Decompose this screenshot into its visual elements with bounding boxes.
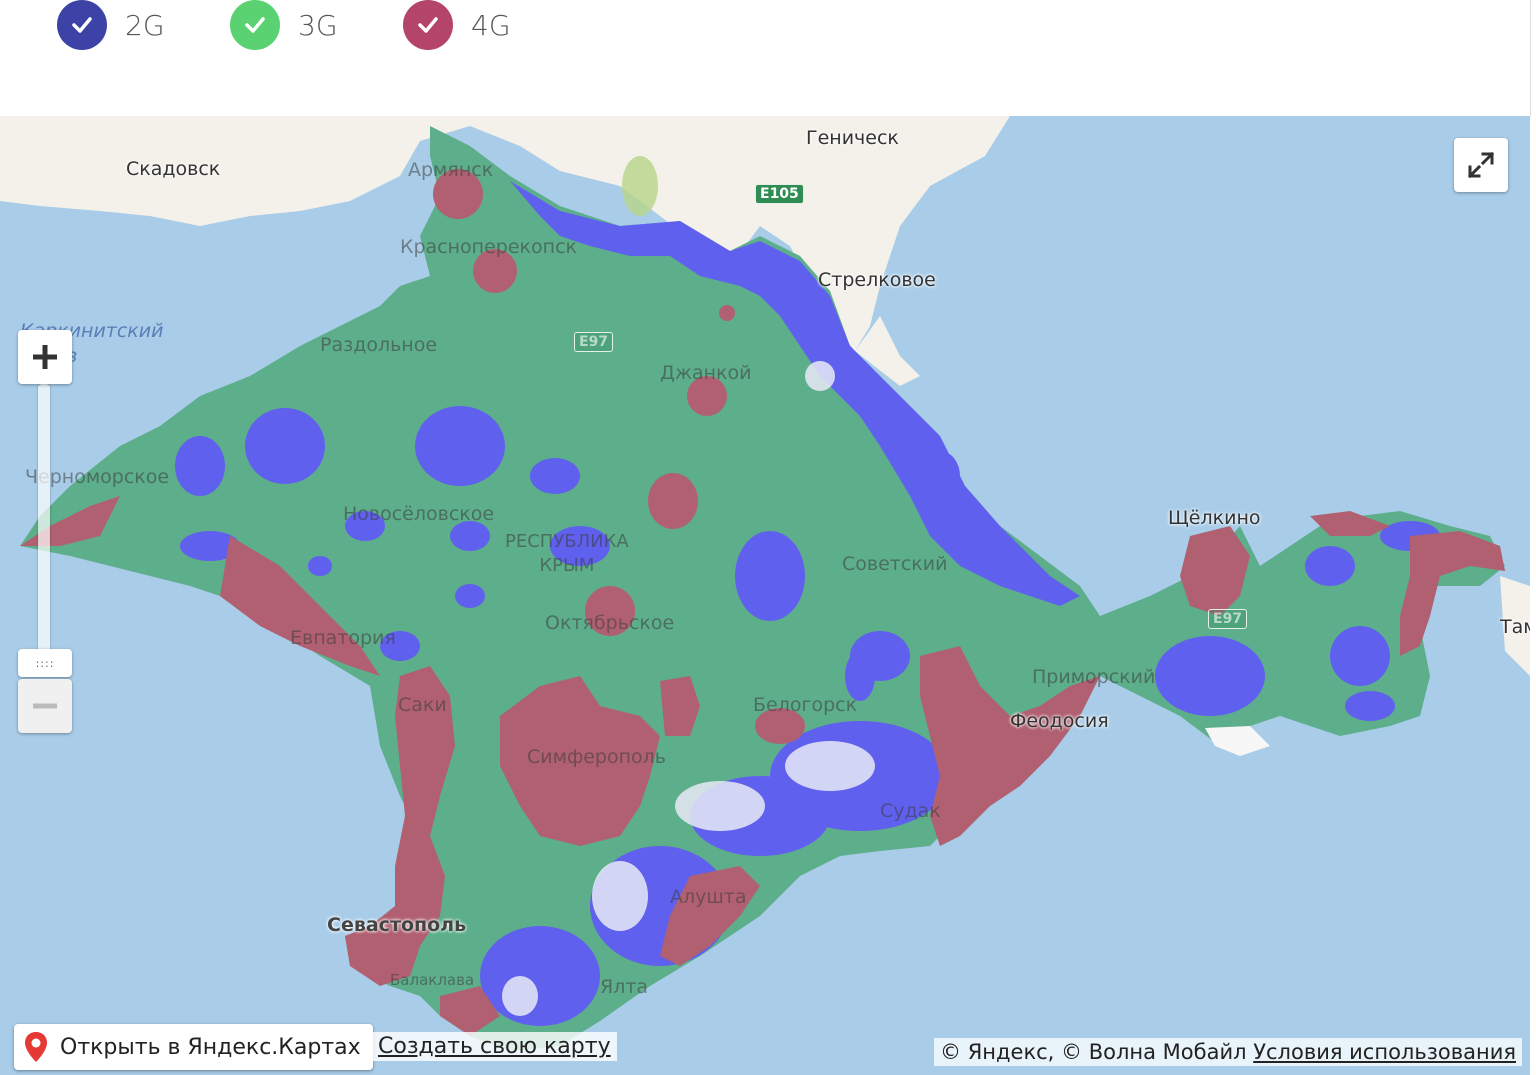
- map-label-primorsky: Приморский: [1032, 666, 1156, 688]
- open-in-yandex-maps-label: Открыть в Яндекс.Картах: [60, 1034, 361, 1060]
- map-label-armyansk: Армянск: [408, 159, 494, 181]
- map-label-simferopol: Симферополь: [527, 746, 666, 768]
- legend-item-2g[interactable]: 2G: [57, 0, 165, 50]
- map-label-sevastopol: Севастополь: [327, 914, 467, 936]
- legend-checkbox-4g[interactable]: [403, 0, 453, 50]
- map-label-belogorsk: Белогорск: [753, 694, 858, 716]
- legend-item-3g[interactable]: 3G: [230, 0, 338, 50]
- map-label-oktyabrskoe: Октябрьское: [545, 612, 675, 634]
- open-in-yandex-maps-button[interactable]: Открыть в Яндекс.Картах: [14, 1024, 373, 1070]
- coverage-map[interactable]: Скадовск Геническ Армянск Красноперекопс…: [0, 116, 1530, 1075]
- map-label-yalta: Ялта: [600, 976, 649, 998]
- legend-label-2g: 2G: [125, 8, 165, 42]
- map-label-krasnoperekopsk: Красноперекопск: [400, 236, 577, 258]
- zoom-slider-handle[interactable]: ::::: [18, 649, 72, 677]
- check-icon: [72, 17, 92, 33]
- coverage-legend: 2G 3G 4G: [0, 0, 1531, 116]
- check-icon: [245, 17, 265, 33]
- map-label-alushta: Алушта: [670, 886, 747, 908]
- map-label-taman: Там: [1500, 616, 1530, 638]
- map-label-sudak: Судак: [880, 800, 941, 822]
- legend-label-4g: 4G: [471, 8, 511, 42]
- legend-item-4g[interactable]: 4G: [403, 0, 511, 50]
- map-pin-icon: [25, 1032, 47, 1062]
- map-canvas[interactable]: [0, 116, 1530, 1075]
- map-label-genichesk: Геническ: [806, 127, 899, 149]
- terms-of-use-link[interactable]: Условия использования: [1253, 1040, 1516, 1064]
- legend-checkbox-2g[interactable]: [57, 0, 107, 50]
- map-label-strelkovoe: Стрелковое: [818, 269, 936, 291]
- check-icon: [418, 17, 438, 33]
- copyright-bar: © Яндекс, © Волна Мобайл Условия использ…: [934, 1038, 1522, 1066]
- create-map-link[interactable]: Создать свою карту: [372, 1032, 617, 1061]
- map-label-novoselovskoe: Новосёловское: [343, 503, 495, 525]
- map-label-evpatoria: Евпатория: [290, 627, 396, 649]
- map-label-sovetsky: Советский: [842, 553, 948, 575]
- map-label-skadovsk: Скадовск: [126, 158, 221, 180]
- road-sign-e97-east: E97: [1208, 609, 1248, 629]
- road-sign-e97: E97: [574, 332, 614, 352]
- zoom-in-button[interactable]: [18, 330, 72, 384]
- map-label-balaklava: Балаклава: [390, 971, 475, 989]
- zoom-out-button[interactable]: [18, 679, 72, 733]
- expand-icon: [1467, 151, 1495, 179]
- minus-icon: [33, 703, 57, 709]
- map-label-republic-crimea: РЕСПУБЛИКА КРЫМ: [505, 531, 629, 576]
- map-label-feodosia: Феодосия: [1010, 710, 1109, 732]
- fullscreen-button[interactable]: [1454, 138, 1508, 192]
- map-label-shchelkino: Щёлкино: [1168, 507, 1261, 529]
- zoom-slider-track[interactable]: [38, 384, 50, 654]
- legend-label-3g: 3G: [298, 8, 338, 42]
- map-label-saki: Саки: [398, 694, 447, 716]
- road-sign-e105: E105: [755, 184, 804, 204]
- map-label-razdolnoe: Раздольное: [320, 334, 438, 356]
- copyright-text: © Яндекс, © Волна Мобайл: [940, 1040, 1247, 1064]
- plus-icon: [33, 345, 57, 369]
- legend-checkbox-3g[interactable]: [230, 0, 280, 50]
- map-label-dzhankoy: Джанкой: [660, 362, 752, 384]
